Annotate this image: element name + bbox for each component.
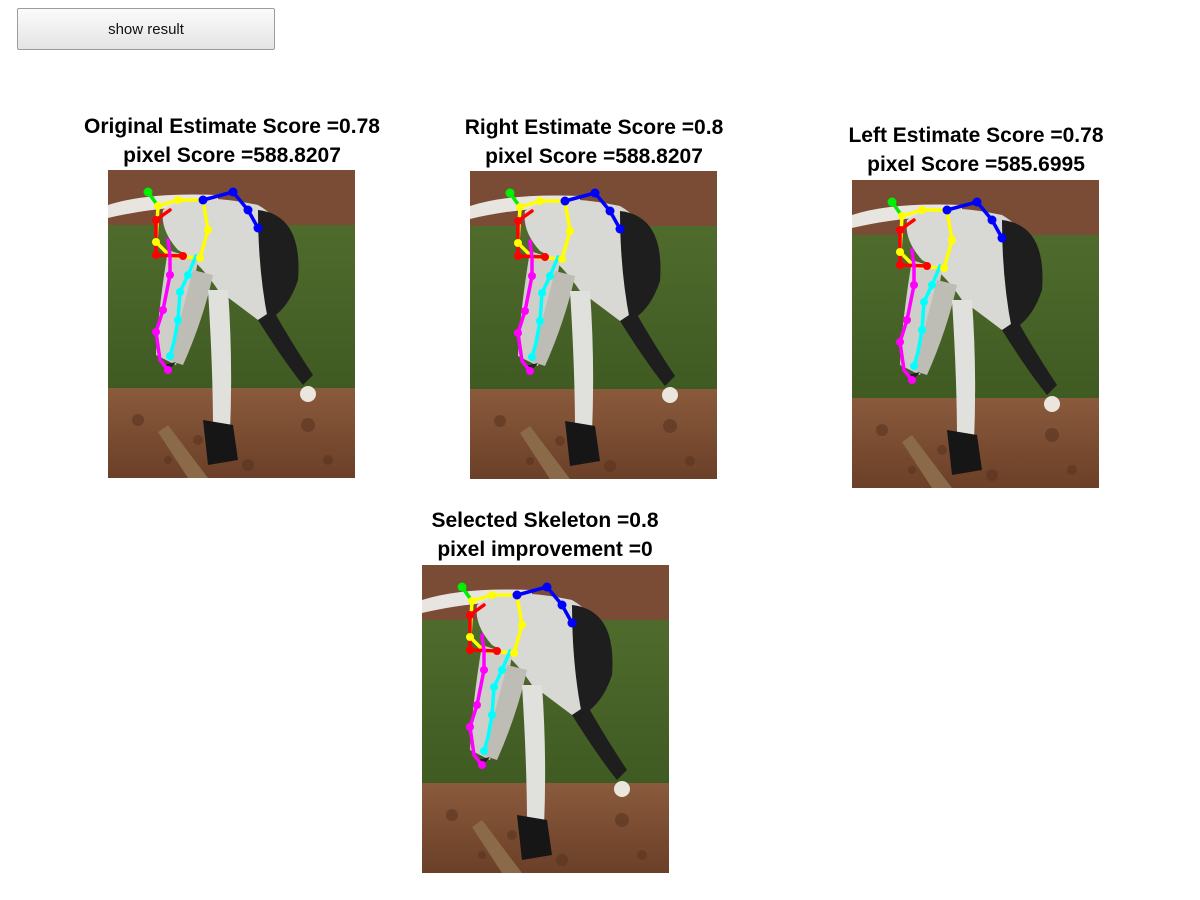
original-estimate-image <box>108 170 355 478</box>
left-estimate-image <box>852 180 1099 488</box>
right-pixel-score: pixel Score =588.8207 <box>485 145 703 168</box>
right-estimate-image <box>470 171 717 479</box>
selected-skeleton-score: Selected Skeleton =0.8 <box>431 509 659 532</box>
panel-title-selected: Selected Skeleton =0.8 pixel improvement… <box>335 506 755 564</box>
show-result-button[interactable]: show result <box>17 8 275 50</box>
panel-title-original: Original Estimate Score =0.78 pixel Scor… <box>22 112 442 170</box>
selected-skeleton-image <box>422 565 669 873</box>
right-estimate-score: Right Estimate Score =0.8 <box>464 116 724 139</box>
pixel-improvement: pixel improvement =0 <box>437 538 653 561</box>
panel-title-left: Left Estimate Score =0.78 pixel Score =5… <box>766 121 1186 179</box>
original-pixel-score: pixel Score =588.8207 <box>123 144 341 167</box>
left-pixel-score: pixel Score =585.6995 <box>867 153 1085 176</box>
original-estimate-score: Original Estimate Score =0.78 <box>84 115 380 138</box>
panel-title-right: Right Estimate Score =0.8 pixel Score =5… <box>384 113 804 171</box>
left-estimate-score: Left Estimate Score =0.78 <box>848 124 1104 147</box>
